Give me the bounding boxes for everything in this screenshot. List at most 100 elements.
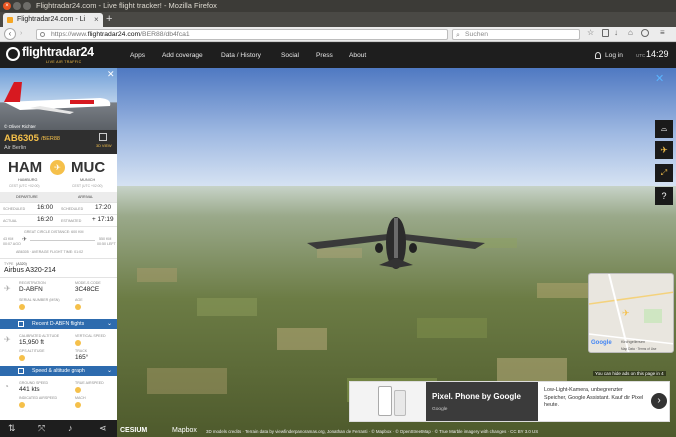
3d-cube-icon[interactable]	[99, 133, 107, 141]
lock-icon[interactable]	[75, 304, 81, 310]
nav-data-history[interactable]: Data / History	[221, 43, 261, 68]
aircraft-view-icon[interactable]: ✈	[655, 141, 673, 159]
mapbox-logo[interactable]: Mapbox	[172, 427, 197, 434]
actual-departure: 16:20	[37, 216, 53, 223]
3d-view-label[interactable]: 3D VIEW	[96, 144, 112, 148]
cesium-logo[interactable]: CESIUM	[120, 427, 147, 434]
download-icon[interactable]: ↓	[614, 28, 618, 37]
distance-flown: 43 KM	[3, 237, 14, 241]
ad-text: Low-Light-Kamera, unbegrenzter Speicher,…	[544, 387, 644, 408]
close-panel-icon[interactable]: ✕	[107, 69, 115, 80]
serial-label: SERIAL NUMBER (MSN)	[19, 298, 60, 302]
url-domain: flightradar24.com	[87, 31, 141, 38]
reading-list-icon[interactable]	[602, 29, 609, 37]
nav-apps[interactable]: Apps	[130, 43, 145, 68]
destination-code[interactable]: MUC	[71, 159, 105, 176]
camera-mode-icon[interactable]: ⌓	[655, 120, 673, 138]
sync-icon[interactable]	[641, 29, 649, 37]
close-window-button[interactable]: ×	[3, 2, 11, 10]
progress-plane-icon: ✈	[22, 237, 28, 243]
true-airspeed-label: TRUE AIRSPEED	[75, 381, 104, 385]
lock-icon[interactable]	[19, 402, 25, 408]
minimize-window-button[interactable]	[13, 2, 21, 10]
chevron-down-icon: ⌄	[107, 368, 113, 374]
ad-headline[interactable]: Pixel. Phone by Google	[432, 392, 521, 401]
callsign-header: AB6305 /BER88 Air Berlin 3D VIEW	[0, 130, 117, 154]
ad-image	[350, 382, 426, 421]
nav-social[interactable]: Social	[281, 43, 299, 68]
minimap[interactable]: ✈ Google Kirchgellersen Map Data · Terms…	[588, 273, 674, 353]
search-field[interactable]: ⌕ Suchen	[452, 29, 580, 40]
lock-icon[interactable]	[75, 387, 81, 393]
recent-flights-bar[interactable]: Recent D-ABFN flights ⌄	[0, 319, 117, 329]
tab-title: Flightradar24.com - Li	[17, 16, 86, 23]
aircraft-photo[interactable]: ✕ © Oliver Richter	[0, 68, 117, 130]
star-icon[interactable]: ☆	[587, 28, 594, 37]
time-remaining: 00:50 LEFT	[97, 242, 116, 246]
flight-progress-track	[30, 240, 95, 241]
home-icon[interactable]: ⌂	[628, 28, 633, 37]
site-info-icon[interactable]	[40, 32, 45, 37]
speed-graph-bar[interactable]: Speed & altitude graph ⌄	[0, 366, 117, 376]
close-tab-icon[interactable]: ×	[94, 13, 99, 27]
follow-icon[interactable]: ⤧	[38, 423, 45, 434]
user-icon[interactable]	[595, 52, 601, 59]
login-link[interactable]: Log in	[605, 43, 623, 68]
lock-icon[interactable]	[19, 355, 25, 361]
track: 165°	[75, 354, 89, 361]
nav-press[interactable]: Press	[316, 43, 333, 68]
minimap-data: Map Data · Terms of Use	[621, 347, 657, 351]
back-button[interactable]: ‹	[4, 28, 16, 40]
url-bar[interactable]: https://www.flightradar24.com/BER88/db4f…	[36, 29, 448, 40]
origin-timezone: CEST (UTC +02:00)	[9, 184, 40, 188]
help-icon[interactable]: ?	[655, 187, 673, 205]
registration-label: REGISTRATION	[19, 281, 46, 285]
site-logo[interactable]: flightradar24	[22, 45, 94, 59]
modes-label: MODE-S CODE	[75, 281, 101, 285]
scheduled-arrival: 17:20	[95, 204, 111, 211]
type-code: (A320)	[16, 262, 27, 266]
calibrated-altitude-label: CALIBRATED ALTITUDE	[19, 334, 60, 338]
modes-code: 3C48CE	[75, 286, 100, 293]
lock-icon[interactable]	[75, 402, 81, 408]
new-tab-button[interactable]: +	[106, 12, 112, 27]
search-placeholder: Suchen	[465, 31, 489, 38]
callsign: AB6305	[4, 133, 39, 144]
aircraft-type: Airbus A320-214	[4, 267, 56, 274]
minimap-aircraft-icon: ✈	[622, 308, 630, 318]
panel-toolbar: ⇅ ⤧ ♪ ⋖	[0, 420, 117, 437]
ground-speed: 441 kts	[19, 386, 40, 393]
map-credits[interactable]: 3D models credits · Terrain data by view…	[206, 429, 538, 434]
nav-add-coverage[interactable]: Add coverage	[162, 43, 203, 68]
scheduled-label: SCHEDULED	[3, 207, 26, 211]
route-box: HAM MUC ✈ HAMBURG MUNICH CEST (UTC +02:0…	[0, 154, 117, 192]
menu-icon[interactable]: ≡	[660, 28, 665, 37]
forward-button[interactable]: ›	[20, 30, 22, 37]
gps-altitude-label: GPS ALTITUDE	[19, 349, 45, 353]
ad-next-icon[interactable]: ›	[651, 393, 667, 409]
recent-flights-label: Recent D-ABFN flights	[32, 321, 85, 327]
origin-code[interactable]: HAM	[8, 159, 42, 176]
lock-icon[interactable]	[19, 304, 25, 310]
registration-suffix: /BER88	[41, 136, 60, 142]
lock-icon[interactable]	[75, 340, 81, 346]
airline-name: Air Berlin	[4, 145, 27, 151]
speed-graph-label: Speed & altitude graph	[32, 368, 85, 374]
share-icon[interactable]: ⋖	[99, 423, 107, 434]
route-icon[interactable]: ⇅	[8, 423, 16, 434]
ad-banner[interactable]: Pixel. Phone by Google Google Low-Light-…	[349, 381, 670, 422]
speed-icon: ◔	[4, 382, 9, 391]
fr24-logo-icon[interactable]	[6, 47, 20, 61]
close-3d-view-icon[interactable]: ✕	[655, 72, 664, 85]
flight-info-panel: ✕ © Oliver Richter AB6305 /BER88 Air Ber…	[0, 68, 117, 437]
origin-city: HAMBURG	[18, 178, 38, 182]
minimap-place: Kirchgellersen	[621, 340, 646, 344]
age-label: AGE	[75, 298, 83, 302]
browser-tab[interactable]: Flightradar24.com - Li	[3, 13, 103, 27]
nav-about[interactable]: About	[349, 43, 366, 68]
fullscreen-icon[interactable]: ⤢	[655, 164, 673, 182]
maximize-window-button[interactable]	[23, 2, 31, 10]
phone-back-image-icon	[394, 390, 406, 416]
site-tagline: LIVE AIR TRAFFIC	[46, 60, 82, 64]
alert-icon[interactable]: ♪	[68, 423, 73, 433]
